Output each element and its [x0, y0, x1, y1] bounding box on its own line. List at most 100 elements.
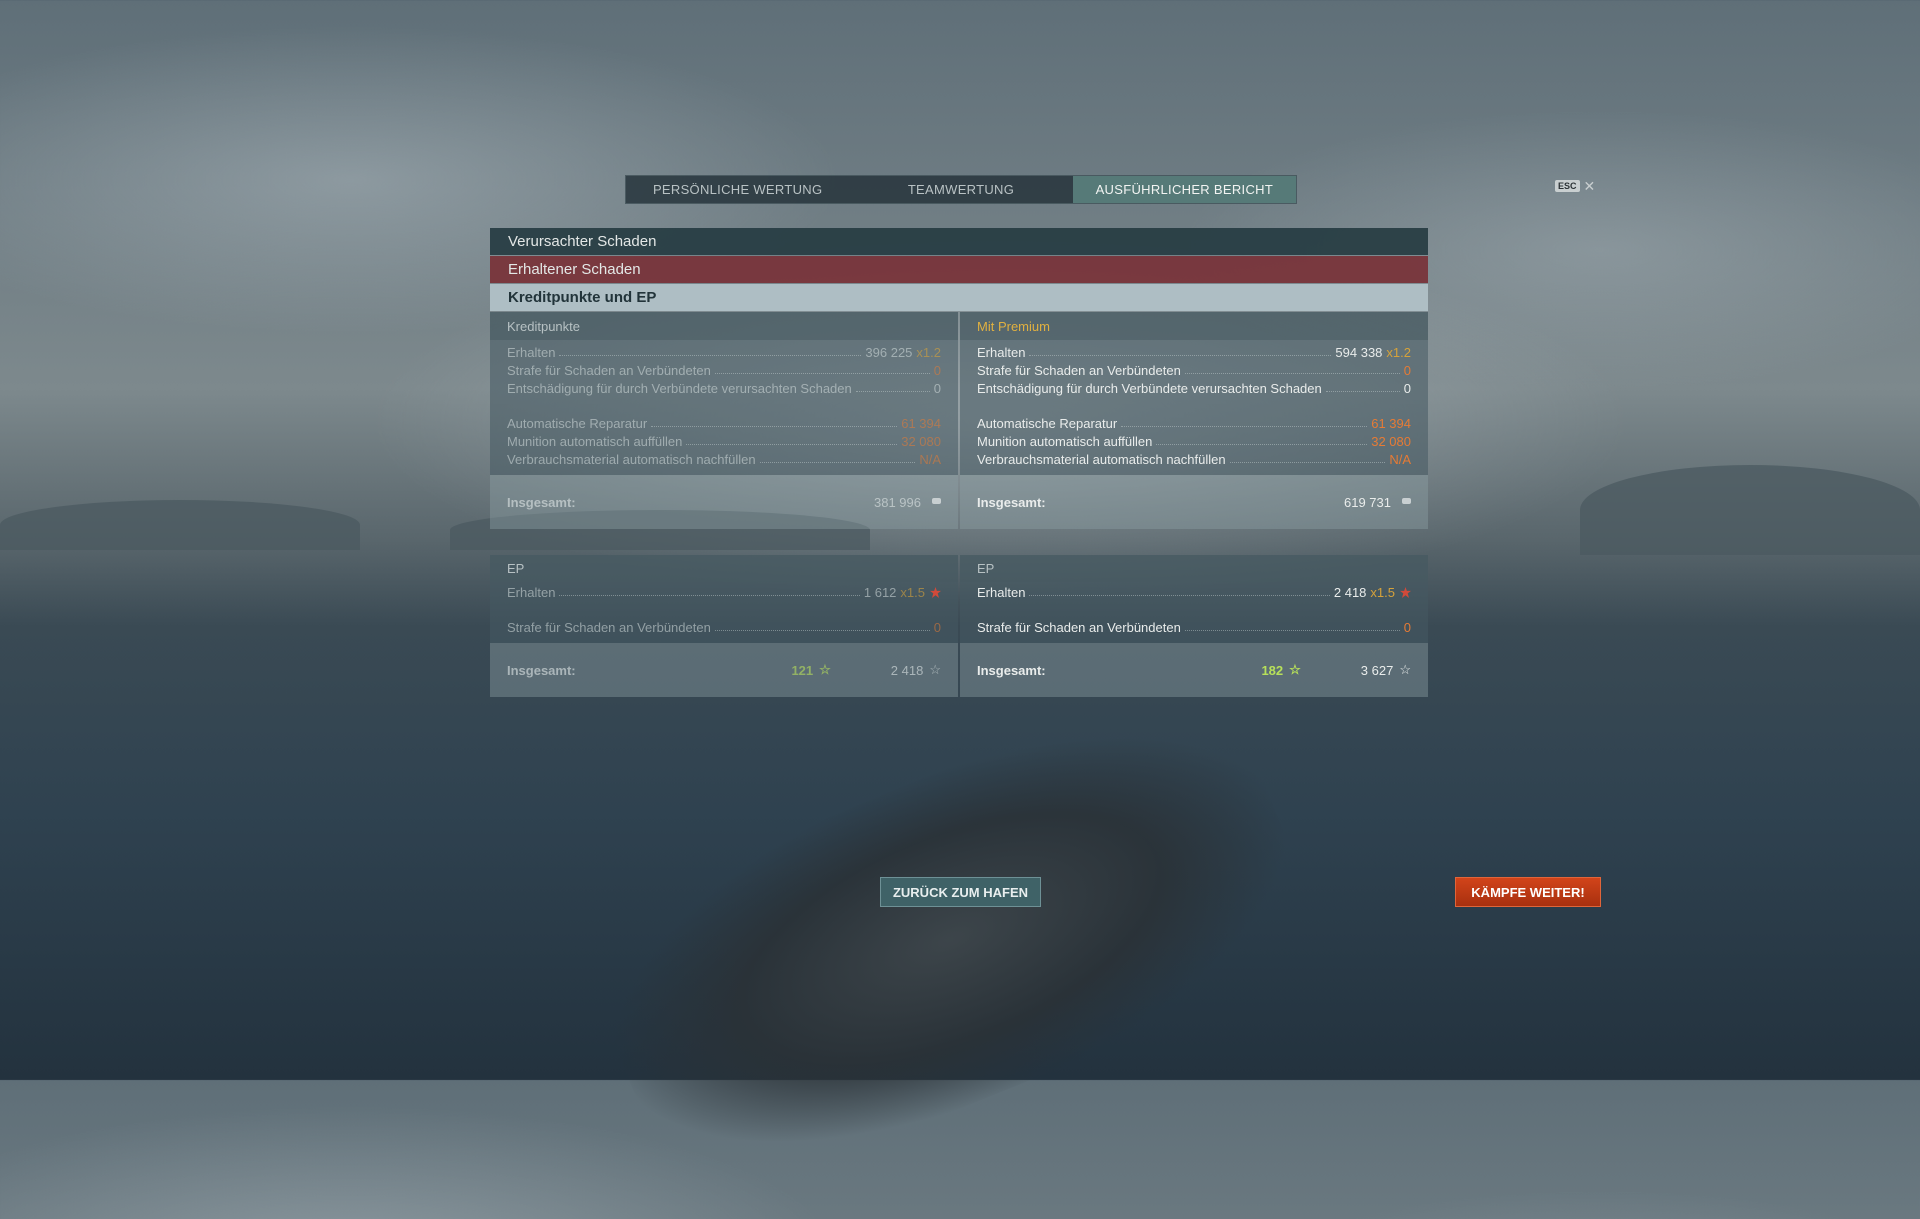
row-label: Erhalten	[507, 585, 556, 600]
ep-base-total: Insgesamt: 121 ☆ 2 418 ☆	[490, 643, 958, 697]
row-value: 0	[933, 363, 941, 378]
total-value: 2 418	[890, 662, 924, 678]
star-icon: ☆	[929, 662, 941, 677]
row-value: 396 225 x1.2	[865, 345, 941, 360]
row-value: 0	[933, 381, 941, 396]
island-left	[0, 500, 360, 550]
row-label: Munition automatisch auffüllen	[977, 434, 1153, 449]
ep-premium-total: Insgesamt: 182 ☆ 3 627 ☆	[960, 643, 1428, 697]
row-value: N/A	[919, 452, 941, 467]
ep-premium-body: Erhalten 2 418 x1.5 Strafe für Schaden an …	[960, 582, 1428, 643]
list-item: Entschädigung für durch Verbündete verur…	[507, 378, 941, 396]
continue-fight-button[interactable]: KÄMPFE WEITER!	[1455, 877, 1601, 907]
tab-detailed-report[interactable]: AUSFÜHRLICHER BERICHT	[1072, 176, 1296, 203]
credits-base-column: Kreditpunkte Erhalten 396 225 x1.2 Strafe …	[490, 312, 958, 529]
esc-key-icon: ESC	[1555, 180, 1580, 192]
row-label: Strafe für Schaden an Verbündeten	[977, 620, 1181, 635]
star-icon: ☆	[1399, 662, 1411, 677]
star-icon: ☆	[1289, 662, 1301, 677]
credits-premium-total: Insgesamt: 619 731	[960, 475, 1428, 529]
credits-base-total: Insgesamt: 381 996	[490, 475, 958, 529]
credits-premium-header: Mit Premium	[960, 312, 1428, 340]
list-item: Automatische Reparatur 61 394	[977, 413, 1411, 431]
signal-flag-icon	[930, 587, 941, 598]
row-label: Verbrauchsmaterial automatisch nachfülle…	[977, 452, 1226, 467]
back-to-port-button[interactable]: ZURÜCK ZUM HAFEN	[880, 877, 1041, 907]
credits-base-body: Erhalten 396 225 x1.2 Strafe für Schaden a…	[490, 340, 958, 475]
ep-columns: EP Erhalten 1 612 x1.5 Strafe für Schaden …	[490, 555, 1428, 697]
island-right	[1580, 465, 1920, 555]
tab-personal-rating[interactable]: PERSÖNLICHE WERTUNG	[626, 176, 849, 203]
list-item: Erhalten 396 225 x1.2	[507, 342, 941, 360]
list-item: Munition automatisch auffüllen 32 080	[507, 431, 941, 449]
row-value: 0	[933, 620, 941, 635]
list-item: Strafe für Schaden an Verbündeten 0	[977, 617, 1411, 635]
total-label: Insgesamt:	[977, 662, 1046, 678]
section-damage-dealt[interactable]: Verursachter Schaden	[490, 228, 1428, 255]
star-icon: ☆	[819, 662, 831, 677]
credits-columns: Kreditpunkte Erhalten 396 225 x1.2 Strafe …	[490, 312, 1428, 529]
list-item: Erhalten 594 338 x1.2	[977, 342, 1411, 360]
row-value: 594 338 x1.2	[1335, 345, 1411, 360]
list-item: Verbrauchsmaterial automatisch nachfülle…	[507, 449, 941, 467]
ep-premium-column: EP Erhalten 2 418 x1.5 Strafe für Schaden …	[960, 555, 1428, 697]
row-value: 0	[1403, 363, 1411, 378]
row-label: Erhalten	[977, 585, 1026, 600]
free-xp-value: 182	[1261, 662, 1284, 678]
list-item: Strafe für Schaden an Verbündeten 0	[507, 617, 941, 635]
row-label: Strafe für Schaden an Verbündeten	[507, 363, 711, 378]
row-value: 32 080	[1371, 434, 1411, 449]
credits-icon	[932, 498, 941, 504]
tab-team-rating[interactable]: TEAMWERTUNG	[849, 176, 1072, 203]
list-item: Entschädigung für durch Verbündete verur…	[977, 378, 1411, 396]
list-item: Munition automatisch auffüllen 32 080	[977, 431, 1411, 449]
list-item: Erhalten 1 612 x1.5	[507, 582, 941, 600]
credits-premium-column: Mit Premium Erhalten 594 338 x1.2 Strafe f…	[960, 312, 1428, 529]
credits-premium-body: Erhalten 594 338 x1.2 Strafe für Schaden a…	[960, 340, 1428, 475]
report-panel: Verursachter Schaden Erhaltener Schaden …	[490, 228, 1428, 697]
row-value: 61 394	[1371, 416, 1411, 431]
row-label: Erhalten	[977, 345, 1026, 360]
total-value: 3 627	[1360, 662, 1394, 678]
total-label: Insgesamt:	[507, 494, 576, 510]
row-value: 32 080	[901, 434, 941, 449]
ep-base-column: EP Erhalten 1 612 x1.5 Strafe für Schaden …	[490, 555, 958, 697]
row-label: Entschädigung für durch Verbündete verur…	[977, 381, 1322, 396]
report-tabs: PERSÖNLICHE WERTUNG TEAMWERTUNG AUSFÜHRL…	[625, 175, 1297, 204]
row-value: 0	[1403, 381, 1411, 396]
row-value: 0	[1403, 620, 1411, 635]
list-item: Verbrauchsmaterial automatisch nachfülle…	[977, 449, 1411, 467]
ship-silhouette	[565, 660, 1335, 1219]
row-label: Automatische Reparatur	[507, 416, 648, 431]
total-value: 619 731	[1344, 494, 1391, 510]
row-label: Strafe für Schaden an Verbündeten	[507, 620, 711, 635]
total-label: Insgesamt:	[977, 494, 1046, 510]
signal-flag-icon	[1400, 587, 1411, 598]
row-label: Strafe für Schaden an Verbündeten	[977, 363, 1181, 378]
row-label: Erhalten	[507, 345, 556, 360]
row-label: Verbrauchsmaterial automatisch nachfülle…	[507, 452, 756, 467]
credits-base-header: Kreditpunkte	[490, 312, 958, 340]
list-item: Strafe für Schaden an Verbündeten 0	[977, 360, 1411, 378]
row-value: 61 394	[901, 416, 941, 431]
credits-icon	[1402, 498, 1411, 504]
close-icon[interactable]: ✕	[1584, 179, 1596, 193]
row-label: Automatische Reparatur	[977, 416, 1118, 431]
free-xp-value: 121	[791, 662, 814, 678]
total-label: Insgesamt:	[507, 662, 576, 678]
esc-close[interactable]: ESC ✕	[1555, 179, 1596, 193]
row-value: N/A	[1389, 452, 1411, 467]
list-item: Automatische Reparatur 61 394	[507, 413, 941, 431]
ep-premium-header: EP	[960, 555, 1428, 582]
row-value: 2 418 x1.5	[1334, 585, 1411, 600]
section-damage-received[interactable]: Erhaltener Schaden	[490, 256, 1428, 283]
list-item: Strafe für Schaden an Verbündeten 0	[507, 360, 941, 378]
row-label: Munition automatisch auffüllen	[507, 434, 683, 449]
section-credits-ep[interactable]: Kreditpunkte und EP	[490, 284, 1428, 311]
row-value: 1 612 x1.5	[864, 585, 941, 600]
list-item: Erhalten 2 418 x1.5	[977, 582, 1411, 600]
ep-base-body: Erhalten 1 612 x1.5 Strafe für Schaden an …	[490, 582, 958, 643]
ep-base-header: EP	[490, 555, 958, 582]
row-label: Entschädigung für durch Verbündete verur…	[507, 381, 852, 396]
total-value: 381 996	[874, 494, 921, 510]
